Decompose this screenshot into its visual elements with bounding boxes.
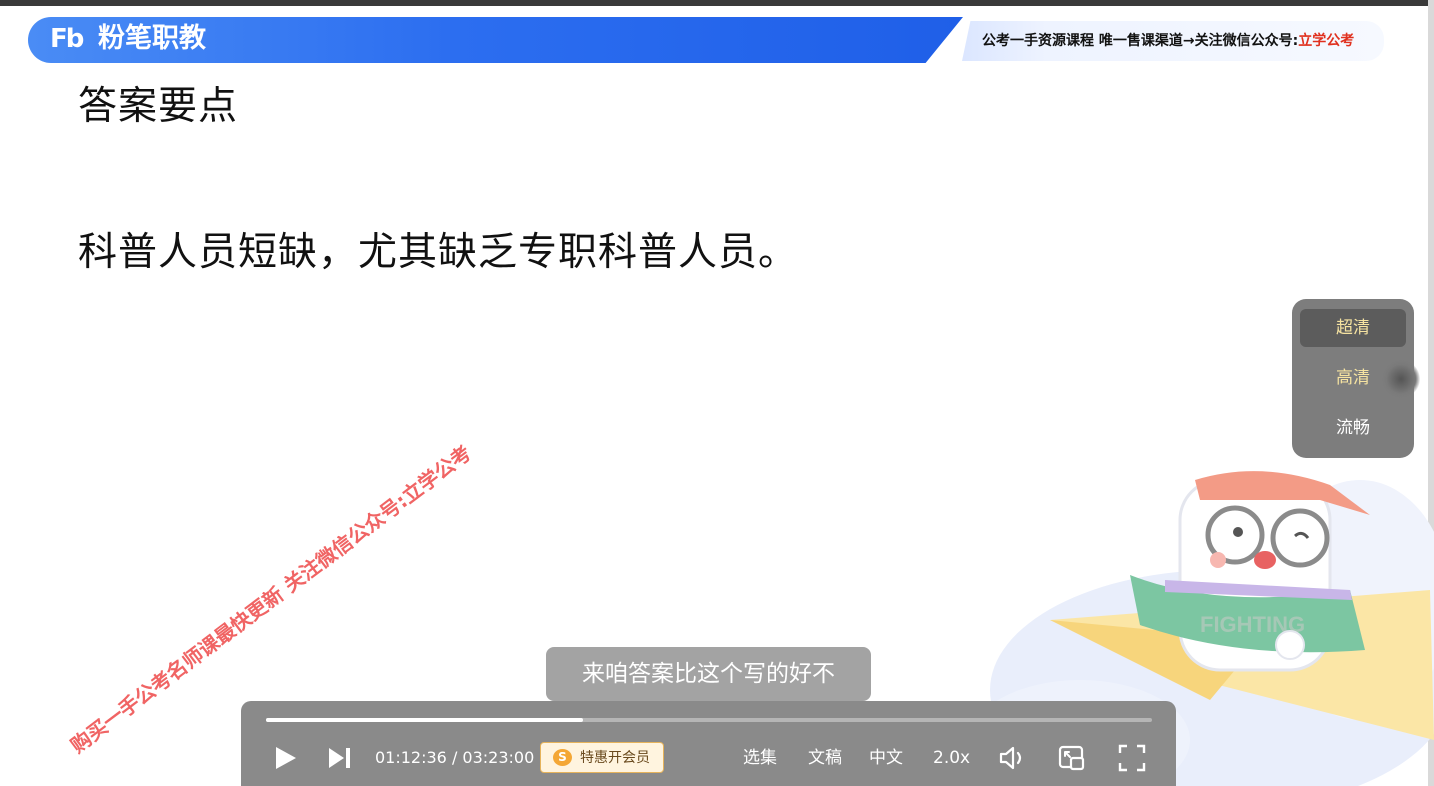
- quality-option-ultra[interactable]: 超清: [1300, 309, 1406, 347]
- brand-name: 粉笔职教: [98, 23, 206, 54]
- quality-option-smooth[interactable]: 流畅: [1300, 409, 1406, 447]
- transcript-button[interactable]: 文稿: [808, 746, 842, 770]
- playback-speed-button[interactable]: 2.0x: [933, 746, 970, 770]
- subtitle-language-button[interactable]: 中文: [869, 746, 903, 770]
- promo-text: 公考一手资源课程 唯一售课渠道→关注微信公众号:立学公考: [982, 31, 1354, 51]
- picture-in-picture-icon[interactable]: [1058, 744, 1086, 772]
- player-control-bar: [241, 701, 1176, 786]
- fullscreen-icon[interactable]: [1118, 744, 1146, 772]
- top-strip: [0, 0, 1434, 6]
- volume-icon[interactable]: [998, 745, 1028, 771]
- play-icon[interactable]: [272, 745, 298, 771]
- vip-coin-icon: S: [553, 749, 572, 766]
- slide-title: 答案要点: [78, 84, 239, 129]
- progress-fill: [266, 718, 584, 722]
- vip-button-label: 特惠开会员: [580, 750, 650, 766]
- time-display: 01:12:36 / 03:23:00: [375, 748, 535, 767]
- progress-bar[interactable]: [266, 718, 1152, 722]
- vip-promo-button[interactable]: S 特惠开会员: [540, 742, 664, 773]
- next-episode-icon[interactable]: [327, 746, 353, 770]
- slide-body-text: 科普人员短缺，尤其缺乏专职科普人员。: [78, 230, 799, 275]
- subtitle-caption: 来咱答案比这个写的好不: [546, 647, 871, 701]
- fenbi-logo-icon: Fb: [50, 24, 84, 54]
- episodes-button[interactable]: 选集: [743, 746, 777, 770]
- promo-prefix: 公考一手资源课程 唯一售课渠道→关注微信公众号:: [982, 33, 1299, 49]
- promo-account-name: 立学公考: [1298, 33, 1355, 49]
- mouse-cursor-indicator: [1382, 360, 1420, 398]
